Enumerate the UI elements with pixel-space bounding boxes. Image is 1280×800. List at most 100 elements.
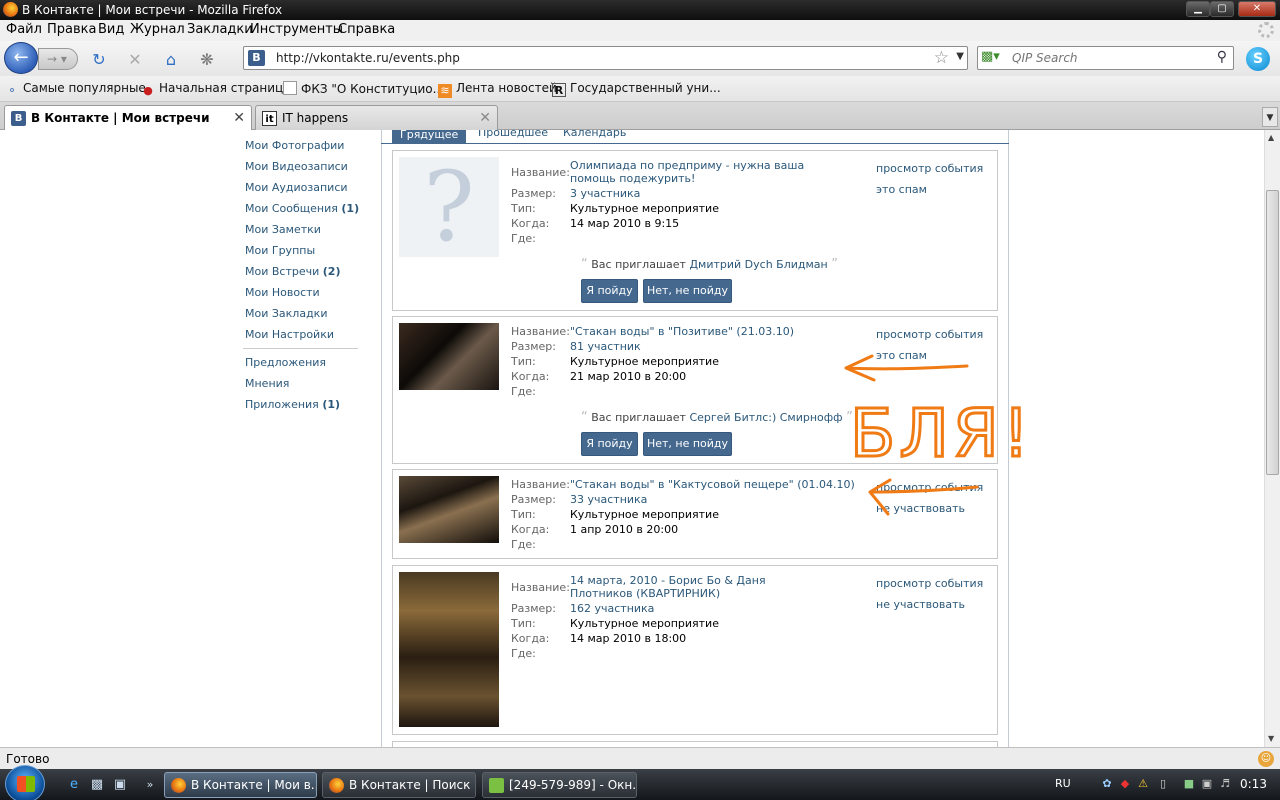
event-type: Культурное мероприятие <box>570 355 719 368</box>
reload-icon[interactable]: ↻ <box>90 51 108 69</box>
sidebar-item-photos[interactable]: Мои Фотографии <box>245 139 344 152</box>
inviter-link[interactable]: Сергей Битлс:) Смирнофф <box>689 411 842 424</box>
sidebar-item-videos[interactable]: Мои Видеозаписи <box>245 160 348 173</box>
url-dropdown-icon[interactable]: ▼ <box>956 51 964 62</box>
search-engine-icon[interactable]: ▩▾ <box>981 49 1005 67</box>
event-photo-guitar[interactable] <box>399 323 499 390</box>
view-event-link[interactable]: просмотр события <box>876 577 983 590</box>
decline-button[interactable]: Нет, не пойду <box>643 432 732 456</box>
forward-button[interactable]: → ▾ <box>38 48 78 70</box>
bookmark-star-icon[interactable]: ☆ <box>934 48 949 68</box>
minimize-button[interactable]: ▁ <box>1186 1 1210 17</box>
explorer-icon[interactable]: ▩ <box>89 777 105 793</box>
scroll-up-icon[interactable]: ▲ <box>1268 133 1274 142</box>
skype-icon[interactable]: S <box>1246 47 1270 71</box>
menu-view[interactable]: Вид <box>98 22 124 37</box>
sidebar-item-opinions[interactable]: Мнения <box>245 377 289 390</box>
tab-upcoming[interactable]: Грядущее <box>392 130 467 143</box>
close-tab-icon[interactable]: ✕ <box>233 110 245 126</box>
view-event-link[interactable]: просмотр события <box>876 481 983 494</box>
report-spam-link[interactable]: это спам <box>876 183 927 196</box>
search-input[interactable] <box>1012 50 1202 66</box>
show-desktop-icon[interactable]: ▣ <box>112 777 128 793</box>
tab-vkontakte-events[interactable]: В В Контакте | Мои встречи ✕ <box>4 105 252 131</box>
event-size-link[interactable]: 81 участник <box>570 340 641 353</box>
maximize-button[interactable]: ▢ <box>1210 1 1234 17</box>
taskbar-qip-chat[interactable]: [249-579-989] - Окн... <box>482 772 637 798</box>
address-bar[interactable]: В http://vkontakte.ru/events.php ☆ ▼ <box>243 46 968 70</box>
inviter-link[interactable]: Дмитрий Dych Блидман <box>689 258 827 271</box>
bookmark-state-university[interactable]: R Государственный уни... <box>552 81 721 97</box>
view-event-link[interactable]: просмотр события <box>876 328 983 341</box>
sidebar-item-settings[interactable]: Мои Настройки <box>245 328 334 341</box>
stop-icon[interactable]: ✕ <box>126 51 144 69</box>
leave-event-link[interactable]: не участвовать <box>876 598 965 611</box>
event-size-link[interactable]: 162 участника <box>570 602 654 615</box>
menu-file[interactable]: Файл <box>6 22 42 37</box>
question-mark-icon[interactable]: ? <box>399 157 499 257</box>
tray-device-icon[interactable]: ▯ <box>1156 777 1170 791</box>
search-icon[interactable]: ⚲ <box>1217 49 1227 65</box>
report-spam-link[interactable]: это спам <box>876 349 927 362</box>
event-poster[interactable] <box>399 572 499 727</box>
sidebar-item-apps[interactable]: Приложения (1) <box>245 398 340 411</box>
event-title-link[interactable]: Олимпиада по предприму - нужна ваша помо… <box>570 159 830 185</box>
menu-help[interactable]: Справка <box>338 22 395 37</box>
back-button[interactable]: ← <box>4 42 38 74</box>
decline-button[interactable]: Нет, не пойду <box>643 279 732 303</box>
tab-calendar[interactable]: Календарь <box>563 130 626 139</box>
event-size-link[interactable]: 3 участника <box>570 187 640 200</box>
tab-past[interactable]: Прошедшее <box>478 130 548 139</box>
search-box[interactable]: ▩▾ ⚲ <box>977 46 1234 70</box>
vertical-scrollbar[interactable]: ▲ ▼ <box>1264 130 1280 747</box>
addon-status-icon[interactable]: ☺ <box>1258 751 1274 767</box>
tray-network-icon[interactable]: ▣ <box>1200 777 1214 791</box>
tray-antivirus-icon[interactable]: ◆ <box>1118 777 1132 791</box>
view-event-link[interactable]: просмотр события <box>876 162 983 175</box>
event-photo-band[interactable] <box>399 476 499 543</box>
leave-event-link[interactable]: не участвовать <box>876 502 965 515</box>
scroll-down-icon[interactable]: ▼ <box>1268 734 1274 743</box>
tab-it-happens[interactable]: it IT happens ✕ <box>255 105 498 130</box>
sidebar-item-bookmarks[interactable]: Мои Закладки <box>245 307 327 320</box>
tray-security-icon[interactable]: ⚠ <box>1136 777 1150 791</box>
bookmark-fkz[interactable]: ФКЗ "О Конституцио... <box>283 81 444 96</box>
addon-icon[interactable]: ❋ <box>198 51 216 69</box>
event-title-link[interactable]: 14 марта, 2010 - Борис Бо & Даня Плотник… <box>570 574 830 600</box>
bookmark-most-visited[interactable]: ⚬ Самые популярные <box>5 81 145 98</box>
sidebar-item-audio[interactable]: Мои Аудиозаписи <box>245 181 348 194</box>
event-title-link[interactable]: "Стакан воды" в "Позитиве" (21.03.10) <box>570 325 794 338</box>
language-indicator[interactable]: RU <box>1055 777 1071 790</box>
sidebar-item-label: Мои Фотографии <box>245 139 345 152</box>
tray-app-icon[interactable]: ✿ <box>1100 777 1114 791</box>
tray-qip-icon[interactable]: ■ <box>1182 777 1196 791</box>
tray-volume-icon[interactable]: ♬ <box>1218 777 1232 791</box>
bookmark-news-feed[interactable]: ≋ Лента новостей <box>438 81 557 98</box>
menu-history[interactable]: Журнал <box>130 22 185 37</box>
close-tab-icon[interactable]: ✕ <box>479 110 491 126</box>
sidebar-item-news[interactable]: Мои Новости <box>245 286 320 299</box>
quicklaunch-more-icon[interactable]: » <box>142 777 158 793</box>
url-text[interactable]: http://vkontakte.ru/events.php <box>276 51 460 65</box>
menu-bookmarks[interactable]: Закладки <box>187 22 253 37</box>
close-window-button[interactable]: ✕ <box>1238 1 1276 17</box>
bookmark-start-page[interactable]: ● Начальная страница <box>141 81 290 98</box>
sidebar-item-notes[interactable]: Мои Заметки <box>245 223 321 236</box>
event-size-link[interactable]: 33 участника <box>570 493 647 506</box>
taskbar-firefox-events[interactable]: В Контакте | Мои в... <box>164 772 317 798</box>
scrollbar-thumb[interactable] <box>1266 190 1279 475</box>
tab-list-icon[interactable]: ▼ <box>1262 107 1278 127</box>
accept-button[interactable]: Я пойду <box>581 279 638 303</box>
start-button[interactable] <box>5 765 45 800</box>
ie-icon[interactable]: e <box>66 777 82 793</box>
menu-edit[interactable]: Правка <box>47 22 96 37</box>
accept-button[interactable]: Я пойду <box>581 432 638 456</box>
sidebar-item-offers[interactable]: Предложения <box>245 356 326 369</box>
home-icon[interactable]: ⌂ <box>162 51 180 69</box>
sidebar-item-messages[interactable]: Мои Сообщения (1) <box>245 202 359 215</box>
taskbar-firefox-search[interactable]: В Контакте | Поиск ... <box>322 772 476 798</box>
menu-tools[interactable]: Инструменты <box>250 22 343 37</box>
sidebar-item-groups[interactable]: Мои Группы <box>245 244 315 257</box>
sidebar-item-events[interactable]: Мои Встречи (2) <box>245 265 341 278</box>
event-title-link[interactable]: "Стакан воды" в "Кактусовой пещере" (01.… <box>570 478 855 491</box>
